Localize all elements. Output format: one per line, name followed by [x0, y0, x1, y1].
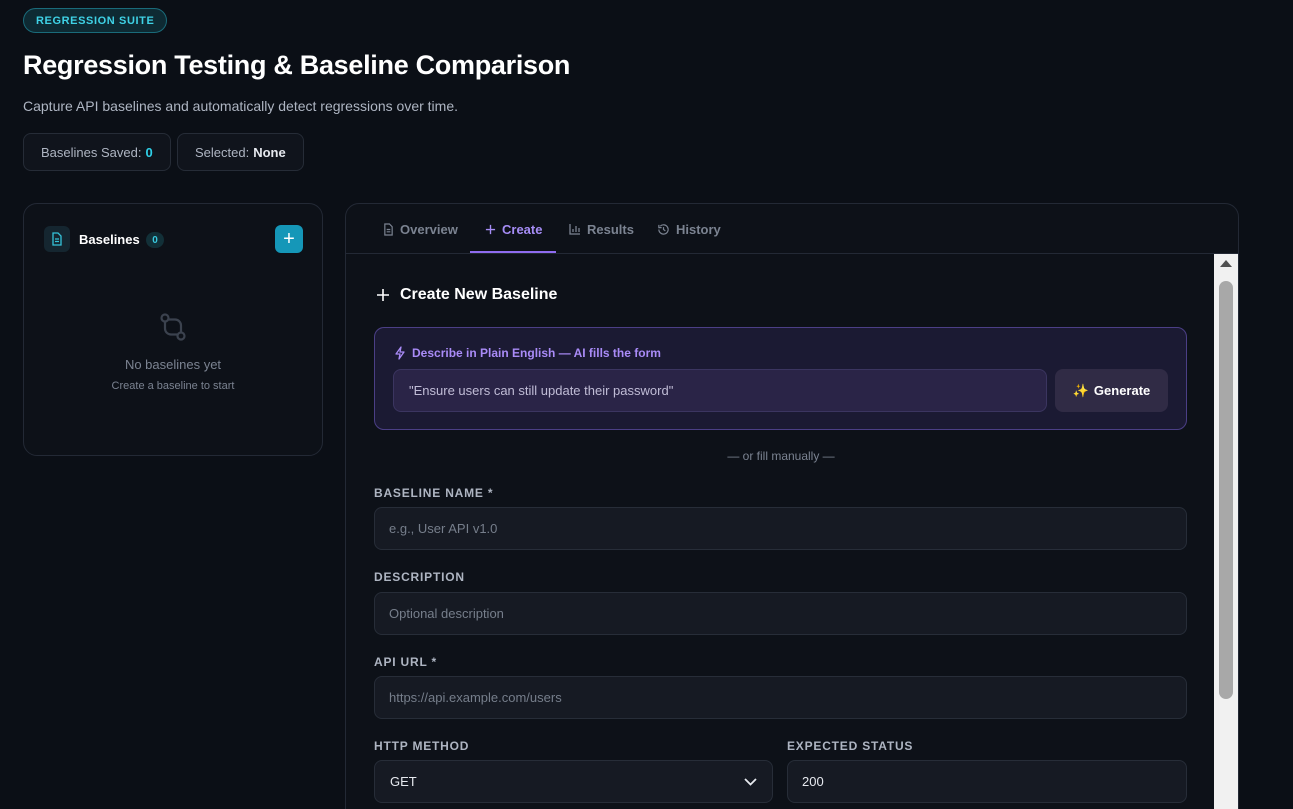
selected-label: Selected: [195, 144, 250, 160]
ai-fill-label: Describe in Plain English — AI fills the… [394, 346, 661, 360]
lightning-icon [395, 346, 405, 360]
tab-overview[interactable]: Overview [383, 204, 458, 254]
page-title: Regression Testing & Baseline Comparison [23, 50, 571, 80]
tab-results-label: Results [587, 221, 634, 237]
active-tab-indicator [470, 251, 556, 253]
history-icon [658, 223, 669, 235]
ai-description-input[interactable] [393, 369, 1047, 412]
selected-value: None [253, 144, 286, 160]
http-method-value: GET [390, 774, 417, 789]
empty-state-subtitle: Create a baseline to start [111, 380, 235, 392]
baselines-saved-value: 0 [145, 144, 153, 160]
http-method-select[interactable]: GET [374, 760, 773, 803]
baselines-sidebar: Baselines 0 + No baselines yet Create a … [23, 203, 323, 456]
main-panel: Overview Create Results History Create N… [345, 203, 1239, 809]
sparkles-icon: ✨ [1072, 382, 1089, 398]
plus-icon [485, 224, 496, 234]
document-icon [44, 226, 70, 252]
http-method-label: HTTP METHOD [374, 739, 470, 753]
empty-state-title: No baselines yet [124, 357, 222, 372]
tab-overview-label: Overview [400, 221, 458, 237]
api-url-input[interactable] [374, 676, 1187, 719]
chevron-down-icon [744, 777, 757, 786]
api-url-label: API URL * [374, 655, 437, 669]
ai-fill-label-text: Describe in Plain English — AI fills the… [412, 346, 661, 360]
expected-status-label: EXPECTED STATUS [787, 739, 914, 753]
create-section-title-text: Create New Baseline [400, 286, 558, 303]
or-fill-manually-divider: — or fill manually — [727, 449, 835, 463]
scrollbar-thumb[interactable] [1219, 281, 1233, 699]
git-compare-icon [157, 311, 189, 348]
tab-history[interactable]: History [657, 204, 721, 254]
plus-icon [377, 289, 389, 301]
ai-fill-card: Describe in Plain English — AI fills the… [374, 327, 1187, 430]
description-input[interactable] [374, 592, 1187, 635]
tab-create-label: Create [502, 221, 543, 237]
baseline-name-label: BASELINE NAME * [374, 486, 494, 500]
tab-history-label: History [676, 221, 721, 237]
tab-create[interactable]: Create [485, 204, 542, 254]
suite-badge: REGRESSION SUITE [23, 8, 168, 33]
baselines-saved-stat: Baselines Saved: 0 [23, 133, 171, 171]
baselines-saved-label: Baselines Saved: [41, 144, 142, 160]
add-baseline-button[interactable]: + [275, 225, 303, 253]
baseline-name-input[interactable] [374, 507, 1187, 550]
sidebar-title: Baselines [79, 232, 140, 247]
expected-status-input[interactable] [787, 760, 1187, 803]
scroll-up-arrow-icon[interactable] [1220, 260, 1232, 267]
page-subtitle: Capture API baselines and automatically … [23, 98, 459, 114]
document-icon [384, 222, 393, 236]
generate-button[interactable]: ✨ Generate [1055, 369, 1168, 412]
generate-button-label: Generate [1093, 383, 1151, 398]
selected-stat: Selected: None [177, 133, 304, 171]
baselines-count-badge: 0 [146, 232, 164, 248]
scrollbar[interactable] [1214, 254, 1238, 809]
description-label: DESCRIPTION [374, 570, 465, 584]
create-section-title: Create New Baseline [376, 286, 557, 304]
tab-results[interactable]: Results [569, 204, 634, 254]
tab-bar: Overview Create Results History [346, 204, 1238, 254]
bar-chart-icon [569, 224, 580, 235]
